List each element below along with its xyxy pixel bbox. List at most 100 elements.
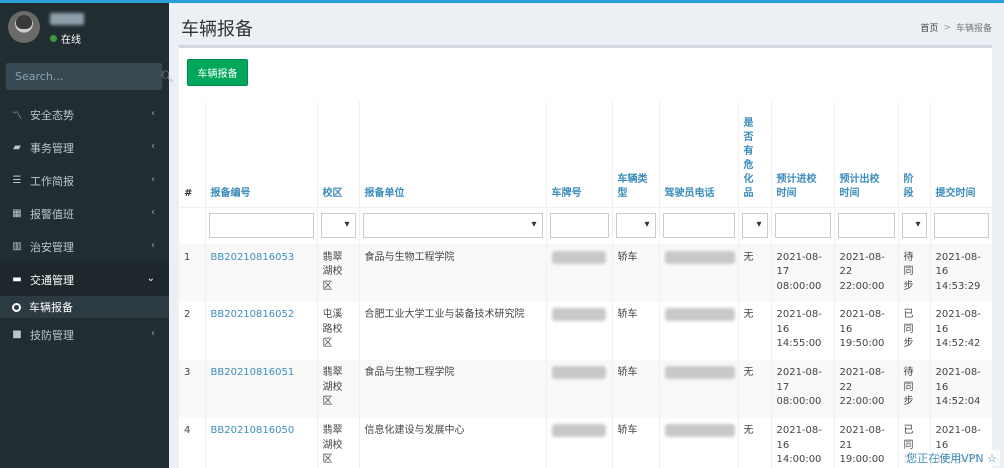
hazard-cell: 无 xyxy=(738,302,772,360)
filter-report-id-input[interactable] xyxy=(208,213,314,238)
video-camera-icon: ■ xyxy=(12,329,22,340)
phone-redacted xyxy=(664,250,735,264)
submit-time-cell: 2021-08- 16 14:53:29 xyxy=(930,244,993,302)
chevron-left-icon: ‹ xyxy=(151,174,155,185)
entry-time-cell: 2021-08- 16 14:00:00 xyxy=(771,418,835,468)
sidebar-item-label: 事务管理 xyxy=(30,141,74,155)
row-index: 4 xyxy=(179,418,206,468)
sidebar-item-traffic[interactable]: ▬ 交通管理 ⌄ xyxy=(0,263,169,296)
filter-hazard-select[interactable] xyxy=(741,213,768,238)
table-header-row: # 报备编号 校区 报备单位 车牌号 车辆类 型 驾驶员电话 是 否 有 危 化… xyxy=(179,101,993,208)
filter-submit-time-input[interactable] xyxy=(933,213,989,238)
chevron-left-icon: ‹ xyxy=(151,328,155,339)
sidebar-item-label: 治安管理 xyxy=(30,240,74,254)
table-row[interactable]: 3 BB20210816051 翡翠 湖校 区 食品与生物工程学院 轿车 无 2… xyxy=(179,360,993,418)
sidebar-item-alarm-duty[interactable]: ▦ 报警值班 ‹ xyxy=(0,197,169,230)
vehicle-report-table: # 报备编号 校区 报备单位 车牌号 车辆类 型 驾驶员电话 是 否 有 危 化… xyxy=(179,101,993,468)
circle-icon xyxy=(12,302,21,312)
filter-cell-empty xyxy=(179,207,206,245)
filter-campus-select[interactable] xyxy=(320,213,356,238)
chevron-left-icon: ‹ xyxy=(151,240,155,251)
sidebar-subitem-label: 车辆报备 xyxy=(29,301,73,314)
sidebar-item-tech-defense[interactable]: ■ 技防管理 ‹ xyxy=(0,318,169,351)
search-input[interactable] xyxy=(6,63,160,90)
page-title: 车辆报备 xyxy=(181,19,253,40)
table-row[interactable]: 4 BB20210816050 翡翠 湖校 区 信息化建设与发展中心 轿车 无 … xyxy=(179,418,993,468)
sidebar-item-label: 安全态势 xyxy=(30,108,74,122)
sidebar-item-label: 技防管理 xyxy=(30,328,74,342)
exit-time-cell: 2021-08- 16 19:50:00 xyxy=(834,302,899,360)
sidebar-item-security-situation[interactable]: 〽 安全态势 ‹ xyxy=(0,98,169,131)
stage-cell: 待 同 步 xyxy=(898,360,931,418)
report-id-link[interactable]: BB20210816050 xyxy=(211,425,295,436)
filter-driver-phone-input[interactable] xyxy=(662,213,735,238)
column-header-submit-time[interactable]: 提交时间 xyxy=(930,101,993,208)
report-id-link[interactable]: BB20210816052 xyxy=(211,309,295,320)
filter-row xyxy=(179,207,993,245)
plate-redacted xyxy=(551,308,606,321)
column-header-campus[interactable]: 校区 xyxy=(317,101,360,208)
filter-vehicle-type-select[interactable] xyxy=(615,213,656,238)
phone-redacted xyxy=(664,366,735,379)
vehicle-type-cell: 轿车 xyxy=(612,302,660,360)
sidebar-item-work-brief[interactable]: ☰ 工作简报 ‹ xyxy=(0,164,169,197)
list-icon: ☰ xyxy=(12,175,22,186)
column-header-exit-time[interactable]: 预计出校 时间 xyxy=(834,101,899,208)
filter-exit-time-input[interactable] xyxy=(837,213,895,238)
report-id-link[interactable]: BB20210816053 xyxy=(211,252,295,263)
column-header-stage[interactable]: 阶 段 xyxy=(898,101,931,208)
sidebar-item-label: 交通管理 xyxy=(30,273,74,287)
entry-time-cell: 2021-08- 17 08:00:00 xyxy=(771,360,835,418)
unit-cell: 食品与生物工程学院 xyxy=(359,360,547,418)
filter-entry-time-input[interactable] xyxy=(774,213,831,238)
column-header-unit[interactable]: 报备单位 xyxy=(359,101,547,208)
online-status: 在线 xyxy=(50,31,81,46)
report-id-link[interactable]: BB20210816051 xyxy=(211,367,295,378)
car-icon: ▬ xyxy=(12,274,22,285)
sidebar-menu: 〽 安全态势 ‹ ▰ 事务管理 ‹ ☰ 工作简报 ‹ ▦ 报警值班 ‹ ▥ 治安… xyxy=(0,98,169,351)
plate-redacted xyxy=(551,366,606,379)
entry-time-cell: 2021-08- 16 14:55:00 xyxy=(771,302,835,360)
column-header-driver-phone[interactable]: 驾驶员电话 xyxy=(659,101,739,208)
row-index: 2 xyxy=(179,302,206,360)
hazard-cell: 无 xyxy=(738,244,772,302)
stage-cell: 待 同 步 xyxy=(898,244,931,302)
online-dot-icon xyxy=(50,35,57,42)
submit-time-cell: 2021-08- 16 14:52:42 xyxy=(930,302,993,360)
filter-unit-select[interactable] xyxy=(362,213,543,238)
table-row[interactable]: 1 BB20210816053 翡翠 湖校 区 食品与生物工程学院 轿车 无 2… xyxy=(179,244,993,302)
filter-stage-select[interactable] xyxy=(901,213,927,238)
sidebar-subitem-vehicle-report[interactable]: 车辆报备 xyxy=(0,296,169,318)
column-header-index[interactable]: # xyxy=(179,101,206,208)
column-header-vehicle-type[interactable]: 车辆类 型 xyxy=(612,101,660,208)
chevron-left-icon: ‹ xyxy=(151,207,155,218)
row-index: 3 xyxy=(179,360,206,418)
campus-cell: 屯溪 路校 区 xyxy=(317,302,360,360)
sidebar-item-affairs[interactable]: ▰ 事务管理 ‹ xyxy=(0,131,169,164)
chevron-down-icon: ⌄ xyxy=(146,273,155,284)
username-redacted xyxy=(50,13,84,25)
avatar[interactable] xyxy=(8,11,40,43)
column-header-plate[interactable]: 车牌号 xyxy=(546,101,613,208)
phone-redacted xyxy=(664,308,735,321)
exit-time-cell: 2021-08- 22 22:00:00 xyxy=(834,244,899,302)
sidebar-item-label: 报警值班 xyxy=(30,207,74,221)
hazard-cell: 无 xyxy=(738,418,772,468)
breadcrumb-current: 车辆报备 xyxy=(955,24,992,34)
stage-cell: 已 同 步 xyxy=(898,302,931,360)
chevron-left-icon: ‹ xyxy=(151,141,155,152)
sidebar-item-public-security[interactable]: ▥ 治安管理 ‹ xyxy=(0,230,169,263)
column-header-report-id[interactable]: 报备编号 xyxy=(205,101,318,208)
column-header-entry-time[interactable]: 预计进校 时间 xyxy=(771,101,835,208)
online-status-label: 在线 xyxy=(61,35,81,46)
unit-cell: 合肥工业大学工业与装备技术研究院 xyxy=(359,302,547,360)
table-row[interactable]: 2 BB20210816052 屯溪 路校 区 合肥工业大学工业与装备技术研究院… xyxy=(179,302,993,360)
column-header-hazard[interactable]: 是 否 有 危 化 品 xyxy=(738,101,772,208)
sidebar-item-label: 工作简报 xyxy=(30,174,74,188)
vehicle-report-button[interactable]: 车辆报备 xyxy=(187,59,248,86)
filter-plate-input[interactable] xyxy=(549,213,609,238)
breadcrumb-separator-icon: > xyxy=(943,22,951,33)
user-panel: 在线 xyxy=(0,3,169,53)
breadcrumb-home[interactable]: 首页 xyxy=(920,21,938,34)
plate-redacted xyxy=(551,250,606,264)
